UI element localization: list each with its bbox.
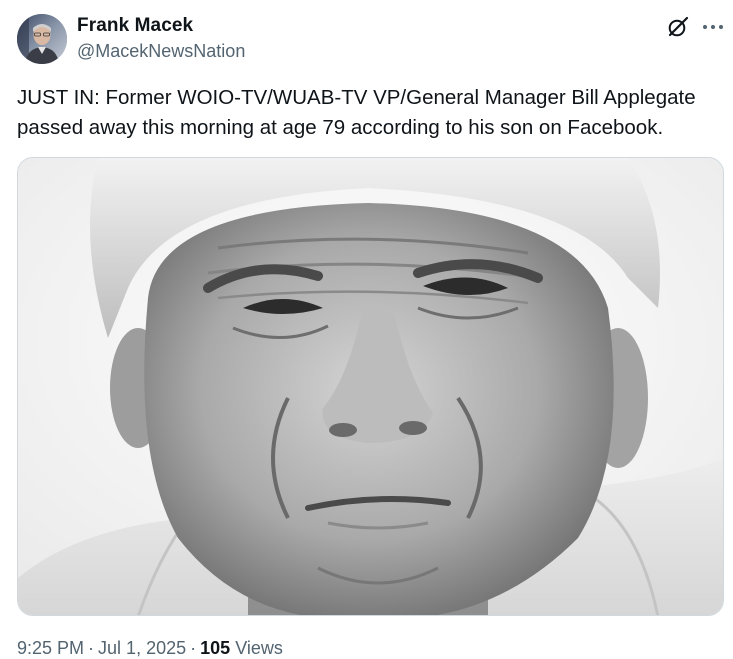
meta-separator: · bbox=[190, 638, 197, 658]
tweet: Frank Macek @MacekNewsNation JUST IN: Fo… bbox=[0, 0, 733, 658]
profile-photo-icon bbox=[17, 14, 67, 64]
tweet-meta: 9:25 PM · Jul 1, 2025 · 105 Views bbox=[17, 638, 283, 659]
views-label: Views bbox=[235, 638, 283, 658]
author-handle[interactable]: @MacekNewsNation bbox=[77, 41, 245, 62]
meta-separator: · bbox=[88, 638, 95, 658]
tweet-text: JUST IN: Former WOIO-TV/WUAB-TV VP/Gener… bbox=[17, 86, 696, 139]
author-name[interactable]: Frank Macek bbox=[77, 15, 193, 37]
portrait-photo-icon bbox=[18, 158, 723, 615]
views-count: 105 bbox=[200, 638, 231, 658]
more-options-icon[interactable] bbox=[700, 15, 726, 39]
tweet-date[interactable]: Jul 1, 2025 bbox=[98, 638, 186, 658]
tweet-photo[interactable] bbox=[17, 157, 724, 616]
avatar[interactable] bbox=[17, 14, 67, 64]
grok-icon[interactable] bbox=[666, 15, 690, 39]
tweet-time[interactable]: 9:25 PM bbox=[17, 638, 84, 658]
